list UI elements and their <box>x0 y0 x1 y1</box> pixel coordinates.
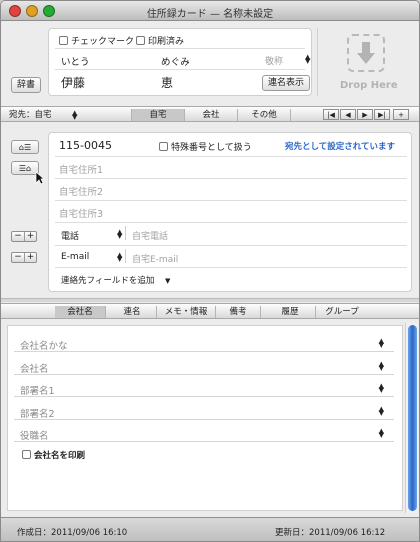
window-title: 住所録カード — 名称未設定 <box>146 9 274 20</box>
tab-notes[interactable]: 備考 <box>216 306 260 318</box>
field-stepper-icon[interactable]: ▲ ▼ <box>379 361 384 372</box>
house-to-list-button[interactable]: ⌂☰ <box>11 140 39 154</box>
email-field[interactable]: 自宅E-mail <box>132 252 178 265</box>
address-card-window: 住所録カード — 名称未設定 辞書 チェックマーク 印刷済み いとう めぐみ 敬… <box>0 0 420 542</box>
tab-memo[interactable]: メモ・情報 <box>157 306 215 318</box>
printed-option[interactable]: 印刷済み <box>136 34 184 47</box>
field-stepper-icon[interactable]: ▲ ▼ <box>379 428 384 439</box>
dictionary-button[interactable]: 辞書 <box>11 77 41 93</box>
divider <box>317 28 318 96</box>
destination-status: 宛先として設定されています <box>285 142 395 152</box>
tab-company[interactable]: 会社 <box>185 109 237 121</box>
honorific-select[interactable]: 敬称 <box>265 54 283 67</box>
address-line-2[interactable]: 自宅住所2 <box>59 184 103 198</box>
add-record-button[interactable]: + <box>393 109 409 120</box>
email-type-stepper-icon[interactable]: ▲ ▼ <box>117 252 122 263</box>
printed-checkbox[interactable] <box>136 36 145 45</box>
status-bar: 作成日：2011/09/06 16:10 更新日：2011/09/06 16:1… <box>1 517 419 541</box>
first-record-button[interactable]: |◀ <box>323 109 339 120</box>
drop-label: Drop Here <box>340 80 398 91</box>
last-name-kana[interactable]: いとう <box>61 54 90 68</box>
tab-home[interactable]: 自宅 <box>132 109 184 121</box>
job-title-field[interactable]: 役職名 ▲ ▼ <box>14 424 394 442</box>
email-add-remove-buttons[interactable]: − + <box>11 252 37 263</box>
phone-add-remove-buttons[interactable]: − + <box>11 231 37 242</box>
detail-tab-bar: 会社名 連名 メモ・情報 備考 履歴 グループ <box>1 303 419 319</box>
address-panel: 115-0045 特殊番号として扱う 宛先として設定されています 自宅住所1 自… <box>48 132 412 292</box>
list-icon: ☰ <box>18 164 27 173</box>
company-name-field[interactable]: 会社名 ▲ ▼ <box>14 357 394 375</box>
print-company-option[interactable]: 会社名を印刷 <box>22 449 85 461</box>
add-email-button[interactable]: + <box>24 253 36 262</box>
destination-stepper-icon: ▲ ▼ <box>72 109 78 121</box>
field-stepper-icon[interactable]: ▲ ▼ <box>379 338 384 349</box>
last-record-button[interactable]: ▶| <box>374 109 390 120</box>
house-icon: ⌂ <box>26 164 32 173</box>
add-contact-field-menu[interactable]: 連絡先フィールドを追加 ▼ <box>61 274 170 286</box>
mouse-cursor-icon <box>35 171 45 185</box>
tab-joint-names[interactable]: 連名 <box>109 306 155 318</box>
check-mark-option[interactable]: チェックマーク <box>59 34 134 47</box>
next-record-button[interactable]: ▶ <box>357 109 373 120</box>
department-2-field[interactable]: 部署名2 ▲ ▼ <box>14 402 394 420</box>
updated-date: 更新日：2011/09/06 16:12 <box>275 528 386 538</box>
first-name-field[interactable]: 恵 <box>161 74 173 91</box>
postal-code-field[interactable]: 115-0045 <box>59 139 112 152</box>
honorific-stepper-icon[interactable]: ▲ ▼ <box>305 54 310 65</box>
destination-select[interactable]: 宛先：自宅 ▲ ▼ <box>9 109 79 121</box>
dropdown-arrow-icon: ▼ <box>165 277 171 285</box>
remove-email-button[interactable]: − <box>12 253 24 262</box>
special-number-checkbox[interactable] <box>159 142 168 151</box>
tab-group[interactable]: グループ <box>316 306 368 318</box>
phone-type-select[interactable]: 電話 <box>61 229 79 242</box>
tab-other[interactable]: その他 <box>238 109 290 121</box>
phone-type-stepper-icon[interactable]: ▲ ▼ <box>117 229 122 240</box>
first-name-kana[interactable]: めぐみ <box>161 54 190 68</box>
add-phone-button[interactable]: + <box>24 232 36 241</box>
check-mark-checkbox[interactable] <box>59 36 68 45</box>
last-name-field[interactable]: 伊藤 <box>61 74 85 91</box>
down-arrow-icon <box>357 42 375 64</box>
list-icon: ☰ <box>23 143 32 152</box>
department-1-field[interactable]: 部署名1 ▲ ▼ <box>14 379 394 397</box>
print-company-checkbox[interactable] <box>22 450 31 459</box>
phone-field[interactable]: 自宅電話 <box>132 229 168 242</box>
joint-name-button[interactable]: 連名表示 <box>262 75 310 91</box>
company-name-kana-field[interactable]: 会社名かな ▲ ▼ <box>14 334 394 352</box>
name-panel: チェックマーク 印刷済み いとう めぐみ 敬称 ▲ ▼ 伊藤 恵 連名表示 <box>48 28 312 96</box>
scrollbar-thumb[interactable] <box>408 325 417 511</box>
vertical-scrollbar[interactable] <box>405 323 418 513</box>
field-stepper-icon[interactable]: ▲ ▼ <box>379 383 384 394</box>
tab-company-name[interactable]: 会社名 <box>55 306 105 318</box>
tab-history[interactable]: 履歴 <box>265 306 315 318</box>
email-type-select[interactable]: E-mail <box>61 252 89 262</box>
field-stepper-icon[interactable]: ▲ ▼ <box>379 406 384 417</box>
title-bar: 住所録カード — 名称未設定 <box>1 1 419 21</box>
remove-phone-button[interactable]: − <box>12 232 24 241</box>
address-tab-bar: 宛先：自宅 ▲ ▼ 自宅 会社 その他 |◀ ◀ ▶ ▶| + <box>1 106 419 122</box>
created-date: 作成日：2011/09/06 16:10 <box>17 528 128 538</box>
previous-record-button[interactable]: ◀ <box>340 109 356 120</box>
pane-splitter[interactable] <box>1 298 419 302</box>
address-line-1[interactable]: 自宅住所1 <box>59 162 103 176</box>
drop-target[interactable] <box>347 34 385 72</box>
special-number-option[interactable]: 特殊番号として扱う <box>159 140 252 153</box>
company-panel: 会社名かな ▲ ▼ 会社名 ▲ ▼ 部署名1 ▲ ▼ 部署名2 ▲ ▼ 役職名 ▲ ▼ 会… <box>7 325 403 511</box>
address-line-3[interactable]: 自宅住所3 <box>59 206 103 220</box>
